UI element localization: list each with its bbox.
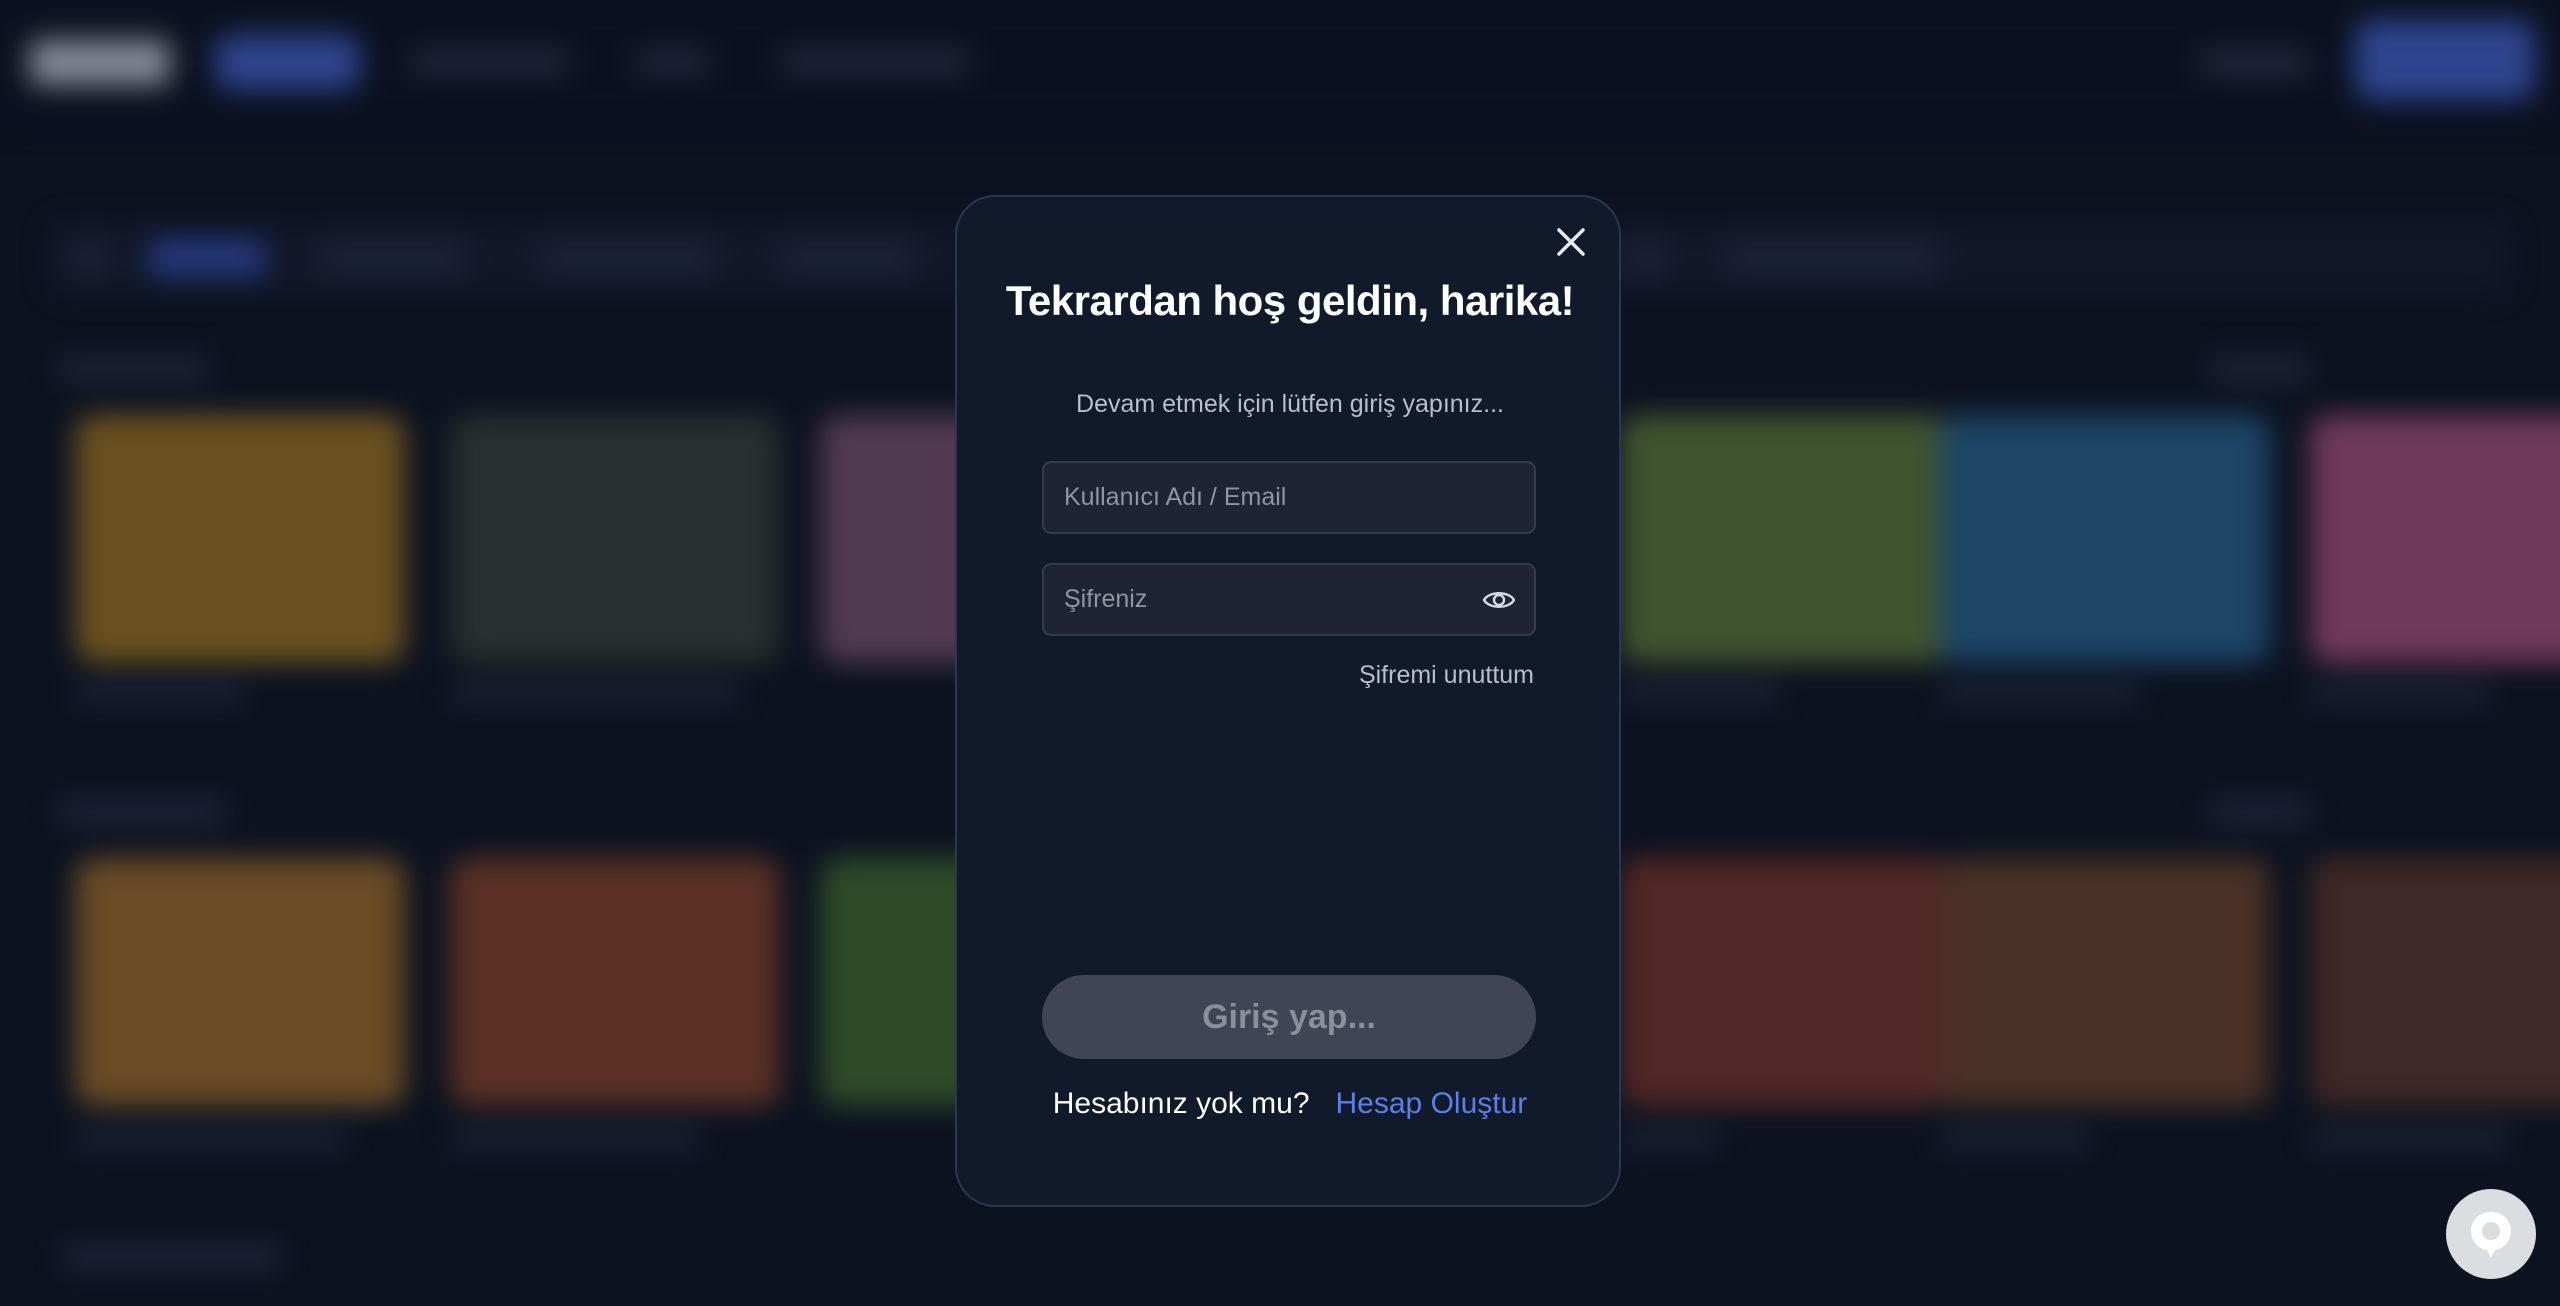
filter-chip-active	[148, 240, 266, 276]
game-card	[450, 415, 780, 663]
game-caption	[1940, 1130, 2090, 1148]
login-modal: Tekrardan hoş geldin, harika! Devam etme…	[955, 195, 1621, 1207]
section-link	[2210, 800, 2310, 824]
chat-button[interactable]	[2446, 1189, 2536, 1279]
game-card	[75, 858, 405, 1106]
filter-chip	[538, 240, 718, 276]
close-button[interactable]	[1548, 219, 1594, 265]
game-card	[1940, 415, 2270, 663]
section-title	[58, 800, 228, 824]
nav-item-active	[215, 35, 360, 90]
modal-subtitle: Devam etmek için lütfen giriş yapınız...	[1076, 390, 1504, 418]
close-icon	[1557, 228, 1585, 256]
forgot-password-link[interactable]: Şifremi unuttum	[1359, 661, 1534, 690]
game-caption	[75, 685, 245, 703]
game-card	[75, 415, 405, 663]
game-caption	[1940, 685, 2140, 703]
chat-icon	[2471, 1212, 2511, 1258]
section-title	[58, 357, 208, 381]
game-caption	[2310, 1130, 2510, 1148]
filter-chip	[1620, 240, 1670, 276]
header-login-button	[2200, 52, 2310, 74]
header-register-button	[2355, 20, 2535, 100]
no-account-text: Hesabınız yok mu?	[1052, 1087, 1310, 1120]
game-card	[2310, 858, 2560, 1106]
section-link	[2210, 357, 2310, 381]
game-caption	[450, 1130, 700, 1148]
password-input[interactable]	[1044, 565, 1534, 634]
eye-icon[interactable]	[1482, 585, 1516, 615]
game-card	[1940, 858, 2270, 1106]
game-card	[2310, 415, 2560, 663]
top-navbar	[0, 0, 2560, 125]
modal-title: Tekrardan hoş geldin, harika!	[1005, 277, 1575, 324]
game-caption	[1620, 1130, 1720, 1148]
filter-icon	[70, 240, 110, 276]
game-card	[1620, 858, 1950, 1106]
username-field-wrapper	[1042, 461, 1536, 534]
section-title	[62, 1245, 282, 1269]
game-caption	[450, 685, 740, 703]
username-input[interactable]	[1044, 463, 1534, 532]
nav-item	[780, 52, 970, 72]
filter-chip	[1722, 240, 1942, 276]
filter-chip	[778, 240, 918, 276]
filter-chip	[318, 240, 468, 276]
nav-item	[410, 52, 570, 72]
game-caption	[75, 1130, 345, 1148]
site-logo	[30, 40, 170, 85]
game-card	[1620, 415, 1950, 663]
nav-item	[635, 52, 710, 72]
game-card	[450, 858, 780, 1106]
game-caption	[2310, 685, 2490, 703]
create-account-link[interactable]: Hesap Oluştur	[1336, 1087, 1528, 1120]
password-field-wrapper	[1042, 563, 1536, 636]
game-caption	[1620, 685, 1780, 703]
signup-row: Hesabınız yok mu? Hesap Oluştur	[957, 1087, 1623, 1121]
login-submit-button[interactable]: Giriş yap...	[1042, 975, 1536, 1059]
